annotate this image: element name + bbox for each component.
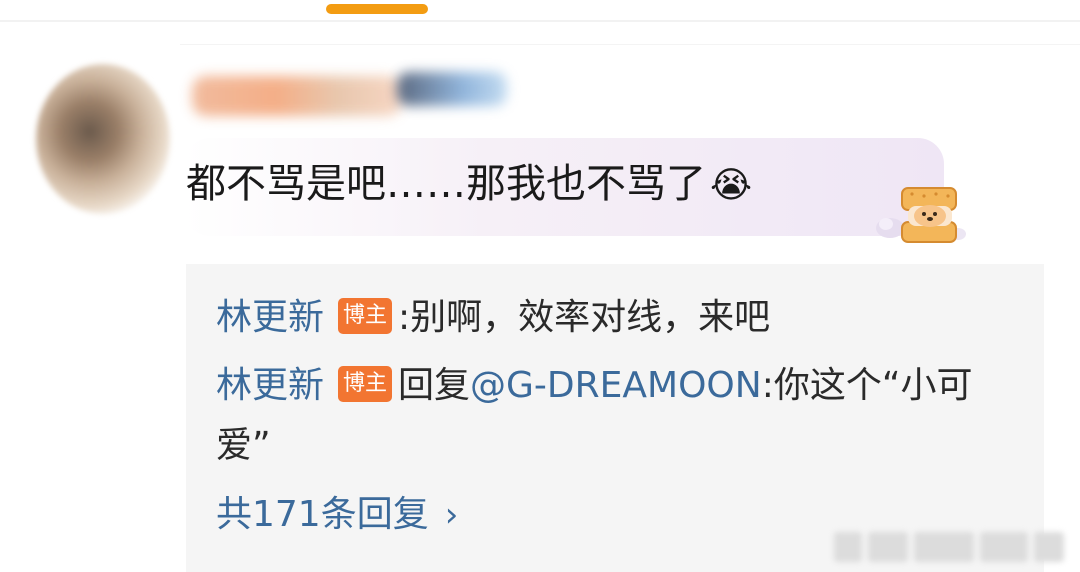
cookie-dog-sticker-icon: [872, 178, 968, 248]
comment-body: 都不骂是吧……那我也不骂了: [186, 161, 706, 207]
reply-author[interactable]: 林更新: [216, 297, 324, 338]
view-all-replies-link[interactable]: 共171条回复 ›: [216, 490, 458, 540]
chevron-right-icon: ›: [444, 495, 459, 535]
reply-author[interactable]: 林更新: [216, 365, 324, 406]
watermark: [834, 532, 1068, 562]
active-tab-indicator: [326, 4, 428, 14]
reply-mention[interactable]: @G-DREAMOON: [470, 365, 762, 406]
reply-item[interactable]: 林更新 博主:别啊，效率对线，来吧: [216, 292, 770, 344]
reply-text: :你这个“小可: [761, 365, 973, 406]
reply-text-continued: 爱”: [216, 420, 271, 472]
avatar[interactable]: [36, 64, 170, 214]
reply-text: 别啊，效率对线，来吧: [410, 297, 771, 338]
section-divider: [180, 44, 1080, 45]
author-badge: 博主: [338, 366, 393, 402]
top-divider: [0, 20, 1080, 22]
crying-emoji-icon: 😭: [710, 165, 753, 206]
username-blurred[interactable]: [192, 66, 512, 120]
reply-item[interactable]: 林更新 博主 回复@G-DREAMOON:你这个“小可: [216, 360, 972, 412]
author-badge: 博主: [338, 298, 393, 334]
reply-prefix: 回复: [398, 365, 471, 406]
more-replies-label[interactable]: 共171条回复: [216, 494, 429, 535]
reply-separator: :: [398, 297, 411, 338]
comment-text: 都不骂是吧……那我也不骂了 😭: [186, 156, 752, 212]
reply-text-cont: 爱”: [216, 425, 271, 466]
